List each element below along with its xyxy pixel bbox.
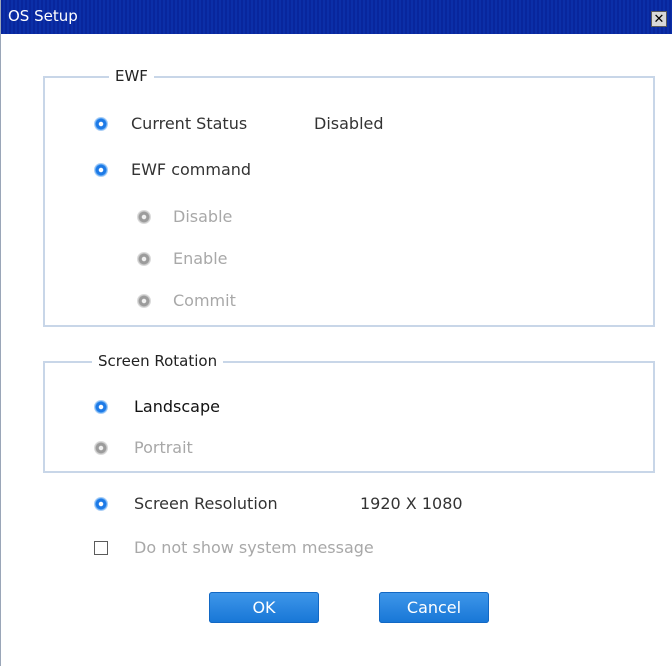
system-message-label: Do not show system message xyxy=(134,538,374,557)
disable-radio[interactable] xyxy=(137,209,151,224)
ewf-command-option-enable[interactable]: Enable xyxy=(137,249,228,268)
ewf-command-label: EWF command xyxy=(131,160,252,179)
ok-button-label: OK xyxy=(252,598,276,617)
landscape-option[interactable]: Landscape xyxy=(94,397,220,416)
window-title: OS Setup xyxy=(8,7,78,25)
enable-radio[interactable] xyxy=(137,251,151,266)
portrait-option[interactable]: Portrait xyxy=(94,438,193,457)
close-icon: ✕ xyxy=(653,11,665,27)
screen-resolution-value: 1920 X 1080 xyxy=(360,494,463,513)
portrait-radio[interactable] xyxy=(94,440,108,455)
enable-label: Enable xyxy=(173,249,228,268)
disable-label: Disable xyxy=(173,207,233,226)
cancel-button-label: Cancel xyxy=(406,598,462,617)
ewf-command-option-disable[interactable]: Disable xyxy=(137,207,232,226)
os-setup-dialog: OS Setup ✕ EWF Current Status Disabled E… xyxy=(0,0,672,666)
ewf-command-option-commit[interactable]: Commit xyxy=(137,291,236,310)
portrait-label: Portrait xyxy=(134,438,193,457)
screen-rotation-legend: Screen Rotation xyxy=(92,352,224,370)
ewf-command-radio[interactable] xyxy=(94,162,108,177)
current-status-label: Current Status xyxy=(131,114,248,133)
landscape-radio[interactable] xyxy=(94,399,108,414)
cancel-button[interactable]: Cancel xyxy=(379,592,489,623)
ewf-legend: EWF xyxy=(109,67,154,85)
landscape-label: Landscape xyxy=(134,397,220,416)
screen-resolution-radio[interactable] xyxy=(94,496,108,511)
current-status-radio[interactable] xyxy=(94,116,108,131)
title-bar[interactable]: OS Setup ✕ xyxy=(1,0,672,34)
commit-radio[interactable] xyxy=(137,293,151,308)
close-button[interactable]: ✕ xyxy=(651,11,667,27)
system-message-checkbox[interactable] xyxy=(94,540,108,555)
ok-button[interactable]: OK xyxy=(209,592,319,623)
screen-resolution-label: Screen Resolution xyxy=(134,494,278,513)
screen-resolution-row[interactable]: Screen Resolution xyxy=(94,494,278,513)
commit-label: Commit xyxy=(173,291,236,310)
system-message-row[interactable]: Do not show system message xyxy=(94,538,374,557)
ewf-command-row: EWF command xyxy=(94,160,251,179)
current-status-row: Current Status xyxy=(94,114,247,133)
current-status-value: Disabled xyxy=(314,114,384,133)
